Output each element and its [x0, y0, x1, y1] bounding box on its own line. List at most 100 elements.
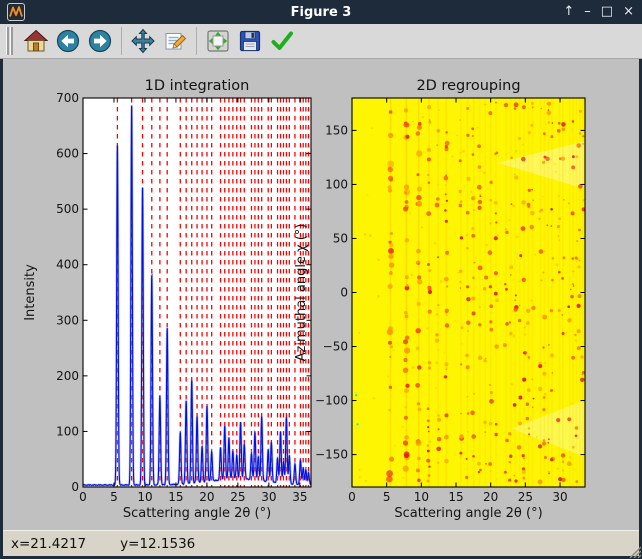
- diffraction-spot: [377, 295, 380, 298]
- back-button[interactable]: [53, 26, 83, 56]
- maximize-button[interactable]: □: [601, 0, 613, 24]
- toolbar-separator: [196, 27, 197, 55]
- diffraction-spot: [557, 129, 561, 133]
- diffraction-spot: [466, 107, 469, 110]
- diffraction-spot: [369, 234, 372, 237]
- diffraction-spot: [489, 320, 492, 323]
- diffraction-spot: [513, 279, 514, 280]
- toolbar-separator: [121, 27, 122, 55]
- diffraction-spot: [556, 263, 559, 266]
- diffraction-spot: [576, 240, 578, 242]
- diffraction-spot: [405, 238, 409, 242]
- diffraction-spot: [518, 137, 521, 140]
- diffraction-spot: [478, 206, 482, 210]
- diffraction-spot: [427, 105, 431, 109]
- diffraction-spot: [389, 386, 392, 389]
- diffraction-spot: [544, 250, 546, 252]
- diffraction-spot: [526, 417, 529, 420]
- diffraction-spot: [444, 362, 448, 366]
- diffraction-spot: [389, 262, 394, 267]
- apply-check-button[interactable]: [267, 26, 297, 56]
- diffraction-spot: [505, 228, 507, 230]
- plot1-ylabel: Intensity: [23, 264, 38, 321]
- diffraction-spot: [522, 454, 525, 457]
- diffraction-spot: [514, 102, 519, 107]
- diffraction-spot: [552, 372, 554, 374]
- diffraction-spot: [472, 153, 475, 156]
- titlebar[interactable]: Figure 3 ↑ – □ ×: [0, 0, 642, 24]
- diffraction-spot: [364, 233, 366, 235]
- diffraction-spot: [513, 403, 517, 407]
- diffraction-spot: [418, 122, 421, 125]
- diffraction-spot: [509, 332, 513, 336]
- diffraction-spot: [521, 157, 526, 162]
- diffraction-spot: [460, 413, 462, 415]
- diffraction-spot: [478, 200, 482, 204]
- plots-svg[interactable]: 0510152025303501002003004005006007000510…: [3, 59, 639, 530]
- x-tick-label: 15: [448, 490, 463, 504]
- diffraction-spot: [389, 271, 393, 275]
- figure-canvas[interactable]: 0510152025303501002003004005006007000510…: [3, 59, 639, 530]
- diffraction-spot: [528, 131, 531, 134]
- diffraction-spot: [480, 194, 481, 195]
- y-tick-label: −100: [315, 394, 348, 408]
- minimize-button[interactable]: –: [584, 0, 591, 24]
- diffraction-spot: [466, 134, 469, 137]
- diffraction-spot: [426, 327, 428, 329]
- configure-subplots-button[interactable]: [203, 26, 233, 56]
- diffraction-spot: [495, 221, 497, 223]
- forward-button[interactable]: [85, 26, 115, 56]
- x-tick-label: 0: [348, 490, 356, 504]
- diffraction-spot: [502, 236, 503, 237]
- diffraction-spot: [427, 450, 430, 453]
- diffraction-spot: [460, 287, 462, 289]
- toolbar-grip-handle[interactable]: [6, 27, 14, 55]
- pan-button[interactable]: [128, 26, 158, 56]
- x-tick-label: 30: [261, 490, 276, 504]
- diffraction-spot: [567, 318, 571, 322]
- diffraction-spot: [555, 171, 557, 173]
- diffraction-spot: [485, 431, 487, 433]
- diffraction-spot: [540, 279, 542, 281]
- diffraction-spot: [541, 108, 542, 109]
- diffraction-spot: [479, 469, 482, 472]
- close-button[interactable]: ×: [623, 0, 634, 24]
- diffraction-spot: [495, 423, 498, 426]
- diffraction-spot: [494, 153, 497, 156]
- diffraction-spot: [428, 310, 432, 314]
- diffraction-spot: [388, 326, 393, 331]
- diffraction-spot: [531, 306, 535, 310]
- diffraction-spot: [427, 480, 430, 483]
- diffraction-spot: [387, 161, 394, 168]
- diffraction-spot: [429, 441, 431, 443]
- diffraction-spot: [427, 445, 429, 447]
- diffraction-spot: [466, 458, 468, 460]
- diffraction-spot: [434, 242, 436, 244]
- shade-button[interactable]: ↑: [563, 0, 574, 24]
- x-tick-label: 35: [292, 490, 307, 504]
- diffraction-spot: [472, 135, 474, 137]
- diffraction-spot: [559, 239, 561, 241]
- home-icon: [23, 28, 49, 54]
- diffraction-spot: [437, 437, 441, 441]
- diffraction-spot: [445, 309, 449, 313]
- diffraction-spot: [550, 458, 553, 461]
- diffraction-spot: [427, 158, 431, 162]
- save-floppy-icon: [237, 28, 263, 54]
- diffraction-spot: [446, 286, 448, 288]
- home-button[interactable]: [21, 26, 51, 56]
- diffraction-spot: [532, 200, 534, 202]
- diffraction-spot: [478, 266, 483, 271]
- diffraction-spot: [470, 191, 472, 193]
- save-button[interactable]: [235, 26, 265, 56]
- diffraction-spot: [437, 130, 440, 133]
- diffraction-spot: [358, 332, 360, 334]
- diffraction-spot: [531, 189, 533, 191]
- resize-grip[interactable]: [626, 543, 641, 558]
- edit-parameters-button[interactable]: [160, 26, 190, 56]
- diffraction-spot: [548, 344, 549, 345]
- diffraction-spot: [488, 250, 493, 255]
- diffraction-spot: [550, 389, 553, 392]
- diffraction-spot: [404, 108, 408, 112]
- diffraction-spot: [571, 403, 572, 404]
